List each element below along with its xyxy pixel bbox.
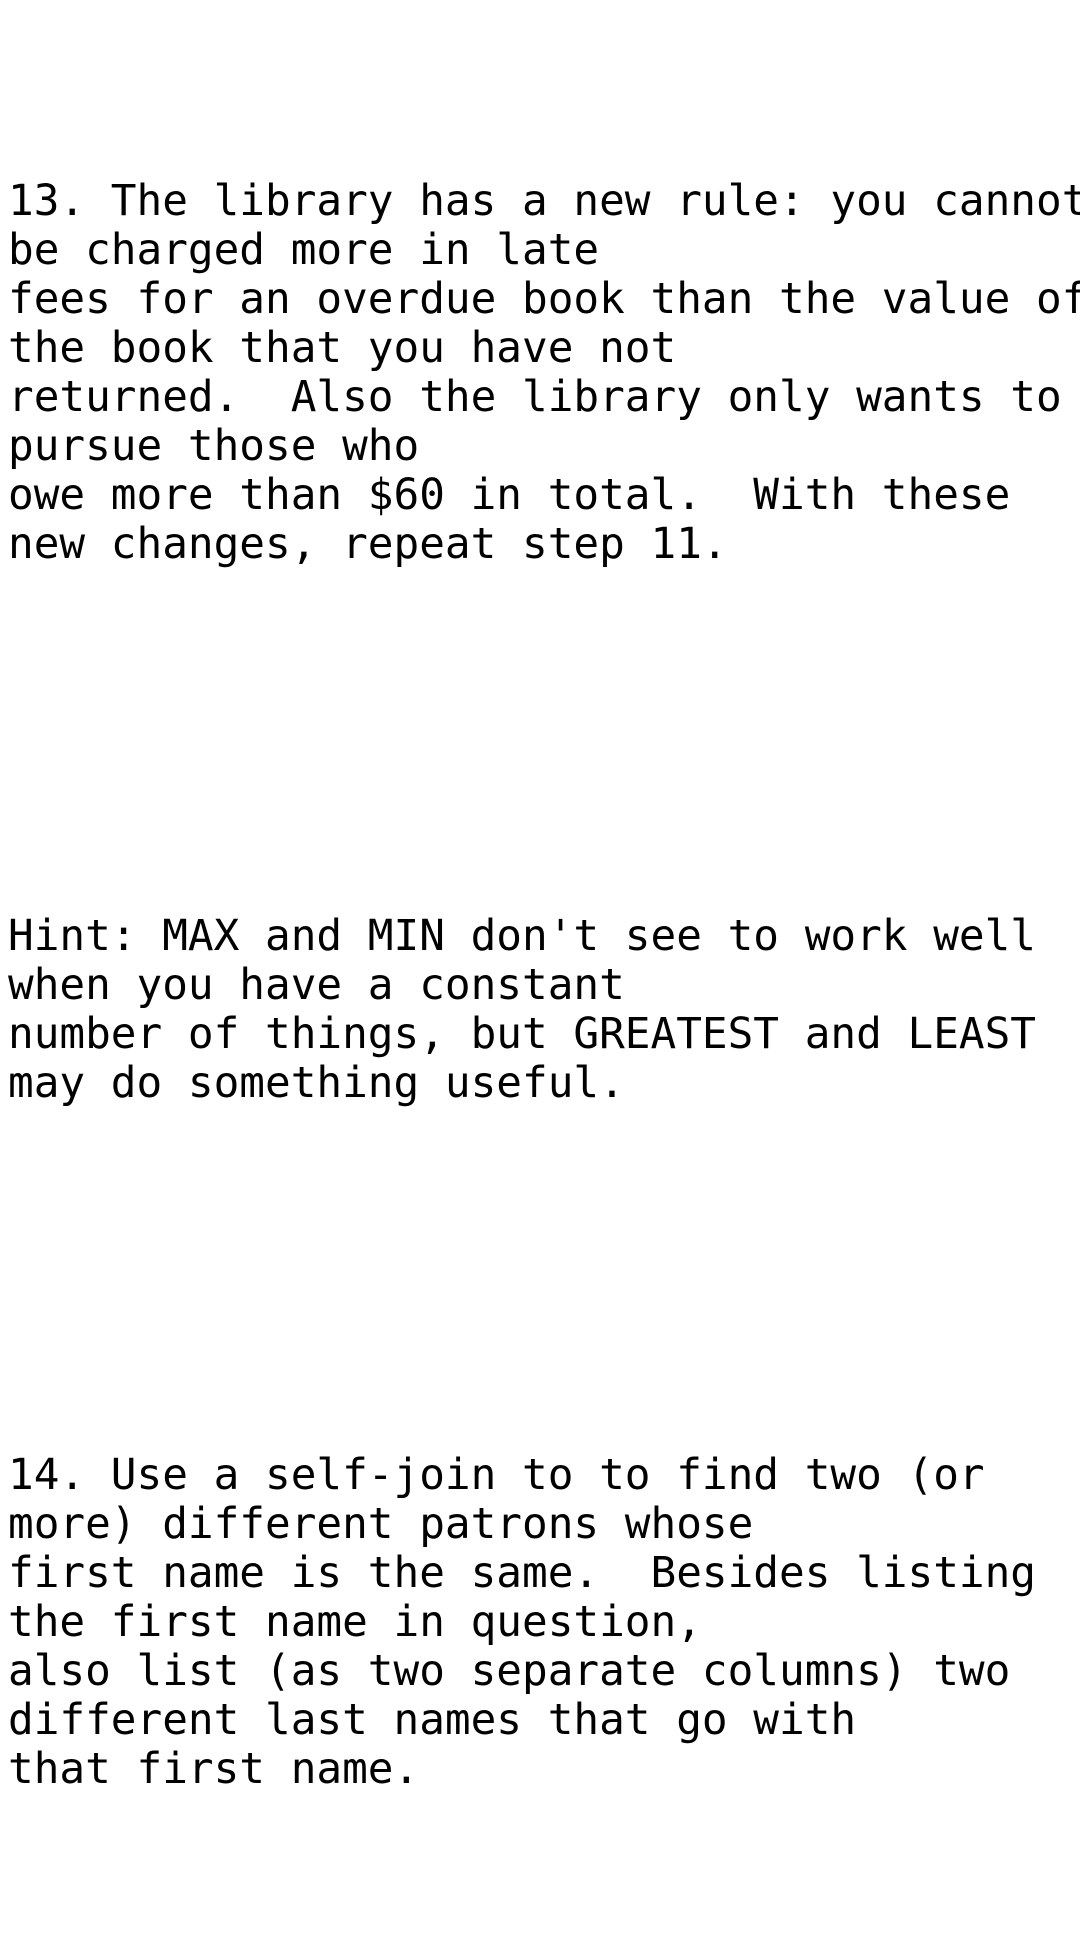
question-14-block: 14. Use a self-join to to find two (or m…	[8, 1450, 1037, 1794]
document-body: 13. The library has a new rule: you cann…	[8, 30, 1080, 1941]
question-13-block: 13. The library has a new rule: you cann…	[8, 176, 1080, 569]
document-page: 13. The library has a new rule: you cann…	[0, 0, 1080, 1794]
hint-block: Hint: MAX and MIN don't see to work well…	[8, 911, 1037, 1108]
